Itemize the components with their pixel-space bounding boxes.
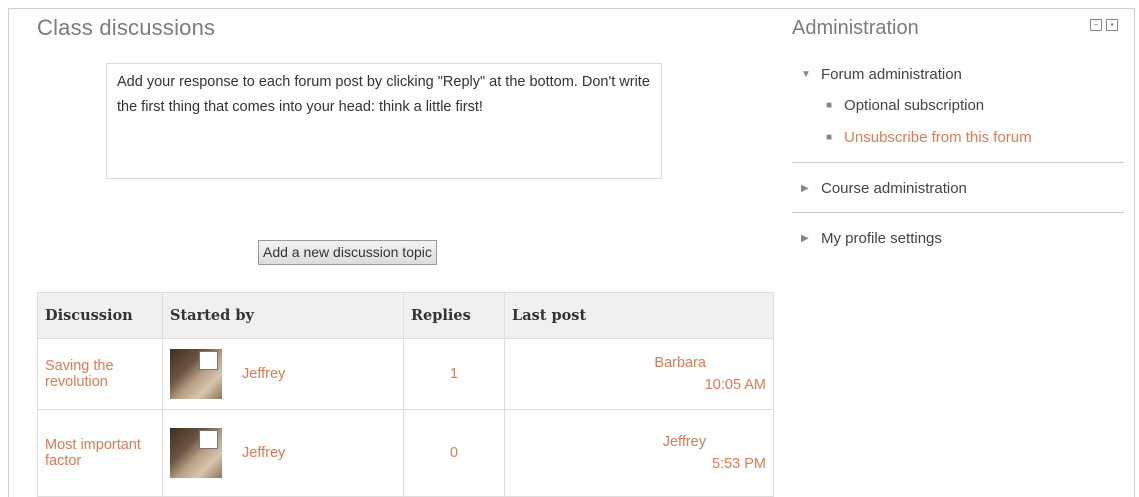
last-post-author-link[interactable]: Jeffrey xyxy=(663,434,706,450)
avatar[interactable] xyxy=(170,428,222,478)
optional-subscription-item[interactable]: ■ Optional subscription xyxy=(826,97,984,114)
header-replies[interactable]: Replies xyxy=(403,292,505,339)
course-administration-node[interactable]: ▶ Course administration xyxy=(801,180,967,197)
profile-settings-node[interactable]: ▶ My profile settings xyxy=(801,230,942,247)
add-discussion-topic-button[interactable]: Add a new discussion topic xyxy=(258,240,437,265)
discussion-link[interactable]: Saving the revolution xyxy=(45,358,114,390)
table-row: Most important factor Jeffrey 0 Jeffrey … xyxy=(37,409,774,497)
last-post-time-link[interactable]: 5:53 PM xyxy=(712,456,766,472)
bullet-icon: ■ xyxy=(826,100,833,111)
replies-link[interactable]: 1 xyxy=(450,366,458,382)
replies-cell: 0 xyxy=(403,409,505,497)
forum-administration-label: Forum administration xyxy=(821,66,962,83)
unsubscribe-label: Unsubscribe from this forum xyxy=(844,129,1032,146)
table-header-row: Discussion Started by Replies Last post xyxy=(37,292,774,339)
admin-divider xyxy=(792,212,1124,213)
bullet-icon: ■ xyxy=(826,132,833,143)
admin-block-controls: – ▪ xyxy=(1090,19,1118,31)
user-link[interactable]: Jeffrey xyxy=(242,366,285,382)
optional-subscription-label: Optional subscription xyxy=(844,97,985,114)
discussion-link[interactable]: Most important factor xyxy=(45,437,141,469)
replies-cell: 1 xyxy=(403,338,505,410)
replies-link[interactable]: 0 xyxy=(450,445,458,461)
user-link[interactable]: Jeffrey xyxy=(242,445,285,461)
forum-administration-node[interactable]: ▼ Forum administration xyxy=(801,66,962,83)
collapsed-triangle-icon: ▶ xyxy=(801,233,809,244)
last-post-cell: Jeffrey 5:53 PM xyxy=(504,409,774,497)
expanded-triangle-icon: ▼ xyxy=(801,69,811,80)
header-discussion[interactable]: Discussion xyxy=(37,292,163,339)
header-started-by[interactable]: Started by xyxy=(162,292,404,339)
discussion-cell: Most important factor xyxy=(37,409,163,497)
last-post-cell: Barbara 10:05 AM xyxy=(504,338,774,410)
forum-intro-box: Add your response to each forum post by … xyxy=(106,63,662,179)
header-last-post[interactable]: Last post xyxy=(504,292,774,339)
started-by-cell: Jeffrey xyxy=(162,409,404,497)
course-administration-label: Course administration xyxy=(821,180,967,197)
avatar[interactable] xyxy=(170,349,222,399)
hide-icon[interactable]: ▪ xyxy=(1106,19,1118,31)
profile-settings-label: My profile settings xyxy=(821,230,942,247)
admin-block-title: Administration xyxy=(792,17,919,39)
admin-divider xyxy=(792,162,1124,163)
last-post-author-link[interactable]: Barbara xyxy=(654,355,706,371)
last-post-time-link[interactable]: 10:05 AM xyxy=(705,377,766,393)
dock-icon[interactable]: – xyxy=(1090,19,1102,31)
discussion-cell: Saving the revolution xyxy=(37,338,163,410)
started-by-cell: Jeffrey xyxy=(162,338,404,410)
unsubscribe-item[interactable]: ■ Unsubscribe from this forum xyxy=(826,129,1032,146)
discussion-table: Discussion Started by Replies Last post … xyxy=(37,292,774,497)
collapsed-triangle-icon: ▶ xyxy=(801,183,809,194)
page-title: Class discussions xyxy=(37,15,216,40)
table-row: Saving the revolution Jeffrey 1 Barbara … xyxy=(37,338,774,410)
